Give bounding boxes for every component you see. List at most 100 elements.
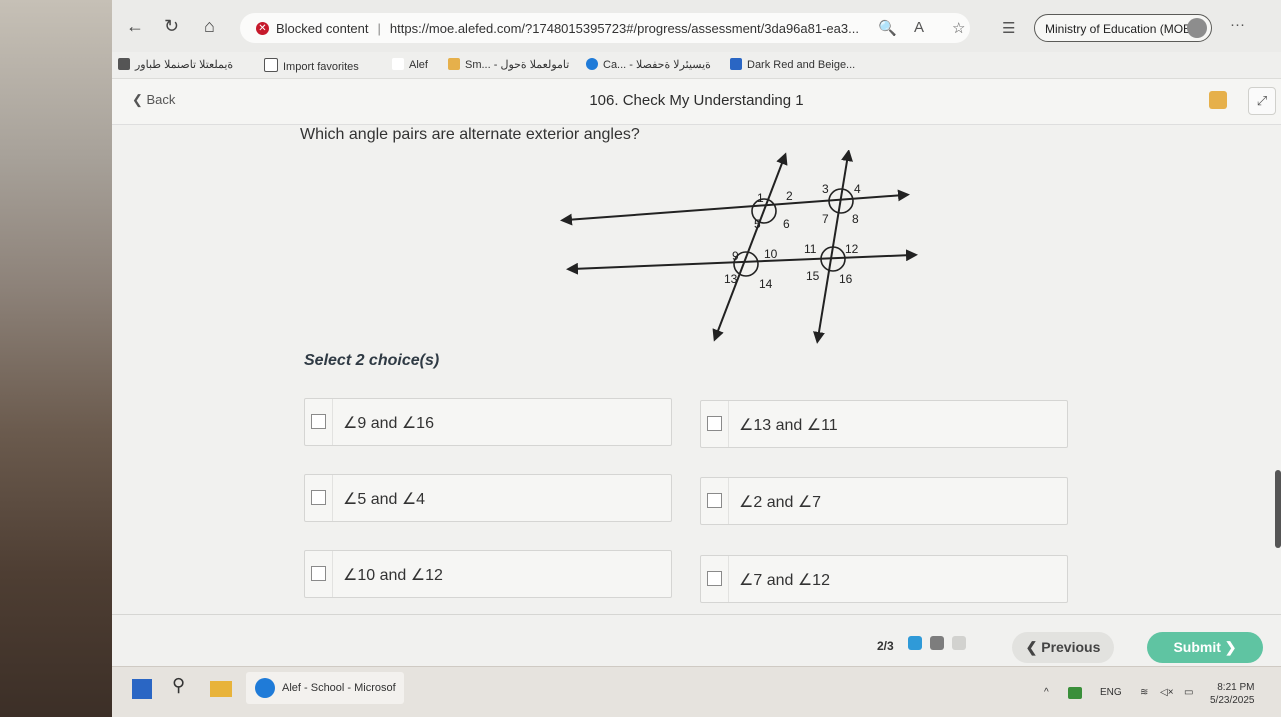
angle-label-5: 5 xyxy=(754,217,761,231)
angle-label-12: 12 xyxy=(845,242,859,256)
angle-label-16: 16 xyxy=(839,272,853,286)
avatar xyxy=(1187,18,1207,38)
favorite-item-dark-red[interactable]: Dark Red and Beige... xyxy=(730,58,855,71)
file-explorer-icon[interactable] xyxy=(210,681,232,697)
flag-icon[interactable] xyxy=(1209,91,1227,109)
select-instruction: Select 2 choice(s) xyxy=(304,352,440,369)
choice-label: ∠13 and ∠11 xyxy=(739,417,838,434)
alef-icon xyxy=(392,58,404,70)
favorite-item-import[interactable]: Import favorites xyxy=(264,58,359,73)
question-text: Which angle pairs are alternate exterior… xyxy=(300,126,640,143)
browser-toolbar: ← ↻ ⌂ ✕ Blocked content | https://moe.al… xyxy=(112,0,1281,53)
address-bar[interactable]: ✕ Blocked content | https://moe.alefed.c… xyxy=(240,13,970,43)
angle-label-1: 1 xyxy=(757,191,764,205)
favorite-item-dashboard[interactable]: Sm... - تامولعملا ةحول xyxy=(448,58,569,71)
checkbox[interactable] xyxy=(311,414,326,429)
choice-label: ∠5 and ∠4 xyxy=(343,491,426,508)
profile-label: Ministry of Education (MOE) xyxy=(1045,22,1196,36)
more-menu-icon[interactable]: ··· xyxy=(1230,16,1245,33)
url-separator: | xyxy=(377,20,381,36)
angle-label-11: 11 xyxy=(804,242,817,256)
progress-current-square xyxy=(930,636,944,650)
clock-date: 5/23/2025 xyxy=(1210,695,1255,706)
choice-label: ∠7 and ∠12 xyxy=(739,572,830,589)
angle-label-2: 2 xyxy=(786,189,793,203)
choice-option-2[interactable]: ∠13 and ∠11 xyxy=(700,400,1068,448)
favorite-star-icon[interactable]: ☆ xyxy=(952,19,965,37)
progress-done-square xyxy=(908,636,922,650)
divider xyxy=(728,478,729,524)
refresh-icon[interactable]: ↻ xyxy=(164,16,179,37)
url-text[interactable]: https://moe.alefed.com/?1748015395723#/p… xyxy=(390,21,859,36)
checkbox[interactable] xyxy=(707,416,722,431)
choice-option-1[interactable]: ∠9 and ∠16 xyxy=(304,398,672,446)
lesson-header: ❮ Back 106. Check My Understanding 1 ⤢ xyxy=(112,79,1281,125)
checkbox[interactable] xyxy=(311,490,326,505)
search-icon[interactable]: ⚲ xyxy=(172,675,185,696)
language-indicator[interactable]: ENG xyxy=(1100,687,1122,698)
expand-icon[interactable]: ⤢ xyxy=(1248,87,1276,115)
scrollbar[interactable] xyxy=(1275,470,1281,548)
choice-option-4[interactable]: ∠2 and ∠7 xyxy=(700,477,1068,525)
favorite-item-home[interactable]: Ca... - ةيسيئرلا ةحفصلا xyxy=(586,58,711,71)
footer-divider xyxy=(112,614,1281,615)
wifi-icon[interactable]: ≋ xyxy=(1140,687,1148,698)
battery-icon[interactable]: ▭ xyxy=(1184,687,1193,698)
choice-option-3[interactable]: ∠5 and ∠4 xyxy=(304,474,672,522)
windows-start-icon[interactable] xyxy=(132,679,152,699)
tray-app-icon[interactable] xyxy=(1068,687,1082,699)
angle-label-9: 9 xyxy=(732,249,739,263)
divider xyxy=(332,551,333,597)
clock-time: 8:21 PM xyxy=(1217,682,1255,693)
back-arrow-icon[interactable]: ← xyxy=(126,16,144,37)
blocked-content-label[interactable]: Blocked content xyxy=(276,21,369,36)
divider xyxy=(332,399,333,445)
divider xyxy=(728,556,729,602)
angle-label-10: 10 xyxy=(764,247,778,261)
checkbox[interactable] xyxy=(311,566,326,581)
progress-counter: 2/3 xyxy=(877,639,894,653)
blocked-icon: ✕ xyxy=(256,21,269,35)
divider xyxy=(332,475,333,521)
monitor-screen: ← ↻ ⌂ ✕ Blocked content | https://moe.al… xyxy=(112,0,1281,717)
ca-icon xyxy=(586,58,598,70)
favorites-bar: ةيملعتلا تاصنملا طباور Import favorites … xyxy=(112,52,1281,79)
desk-background xyxy=(0,0,112,717)
checkbox[interactable] xyxy=(707,493,722,508)
choice-option-5[interactable]: ∠10 and ∠12 xyxy=(304,550,672,598)
choice-label: ∠9 and ∠16 xyxy=(343,415,434,432)
read-aloud-icon[interactable]: A xyxy=(914,19,924,36)
angle-label-4: 4 xyxy=(854,182,861,196)
sm-icon xyxy=(448,58,460,70)
favorite-item-arabic-links[interactable]: ةيملعتلا تاصنملا طباور xyxy=(118,58,233,71)
edge-icon xyxy=(255,678,275,698)
angle-label-15: 15 xyxy=(806,269,820,283)
divider xyxy=(728,401,729,447)
tray-chevron-icon[interactable]: ^ xyxy=(1044,687,1049,698)
choice-label: ∠10 and ∠12 xyxy=(343,567,443,584)
angle-label-14: 14 xyxy=(759,277,773,291)
angle-label-8: 8 xyxy=(852,212,859,226)
choice-option-6[interactable]: ∠7 and ∠12 xyxy=(700,555,1068,603)
checkbox[interactable] xyxy=(707,571,722,586)
angle-label-3: 3 xyxy=(822,182,829,196)
submit-button[interactable]: Submit ❯ xyxy=(1147,632,1263,663)
profile-button[interactable]: Ministry of Education (MOE) xyxy=(1034,14,1212,42)
choice-label: ∠2 and ∠7 xyxy=(739,494,822,511)
home-icon[interactable]: ⌂ xyxy=(204,16,215,37)
angle-label-7: 7 xyxy=(822,212,829,226)
angle-label-6: 6 xyxy=(783,217,790,231)
angle-label-13: 13 xyxy=(724,272,738,286)
import-icon xyxy=(264,58,278,72)
system-clock[interactable]: 8:21 PM 5/23/2025 xyxy=(1210,681,1255,707)
taskbar-edge-window[interactable]: Alef - School - Microsof xyxy=(246,672,404,704)
page-title: 106. Check My Understanding 1 xyxy=(589,92,804,109)
previous-button[interactable]: ❮ Previous xyxy=(1012,632,1114,663)
zoom-icon[interactable]: 🔍 xyxy=(878,19,897,37)
favorites-list-icon[interactable]: ☰ xyxy=(1002,19,1015,37)
transversal-diagram: 1 2 3 4 5 6 7 8 9 10 11 12 13 14 15 16 xyxy=(560,150,918,344)
favorite-item-alef[interactable]: Alef xyxy=(392,58,428,71)
folder-icon xyxy=(118,58,130,70)
volume-icon[interactable]: ◁× xyxy=(1160,687,1174,698)
chat-icon xyxy=(730,58,742,70)
